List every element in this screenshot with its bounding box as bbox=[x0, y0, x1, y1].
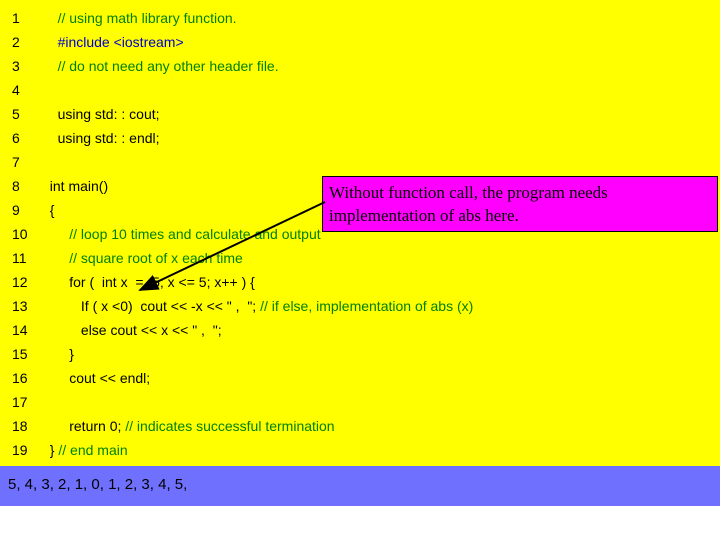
code-text: using std: : cout; bbox=[42, 102, 720, 126]
code-block: 1 // using math library function. 2 #inc… bbox=[0, 0, 720, 466]
code-line: 17 bbox=[0, 390, 720, 414]
lineno: 5 bbox=[0, 102, 42, 126]
output-text: 5, 4, 3, 2, 1, 0, 1, 2, 3, 4, 5, bbox=[8, 476, 187, 493]
code-text: // do not need any other header file. bbox=[42, 54, 720, 78]
code-text: using std: : endl; bbox=[42, 126, 720, 150]
code-text bbox=[42, 390, 720, 414]
code-line: 5 using std: : cout; bbox=[0, 102, 720, 126]
code-line: 18 return 0; // indicates successful ter… bbox=[0, 414, 720, 438]
code-text: #include <iostream> bbox=[42, 30, 720, 54]
lineno: 19 bbox=[0, 438, 42, 462]
output-block: 5, 4, 3, 2, 1, 0, 1, 2, 3, 4, 5, bbox=[0, 466, 720, 506]
code-line: 3 // do not need any other header file. bbox=[0, 54, 720, 78]
lineno: 15 bbox=[0, 342, 42, 366]
code-text: // square root of x each time bbox=[42, 246, 720, 270]
code-text: else cout << x << " , "; bbox=[42, 318, 720, 342]
lineno: 1 bbox=[0, 6, 42, 30]
code-line: 2 #include <iostream> bbox=[0, 30, 720, 54]
code-line: 14 else cout << x << " , "; bbox=[0, 318, 720, 342]
lineno: 3 bbox=[0, 54, 42, 78]
lineno: 16 bbox=[0, 366, 42, 390]
lineno: 10 bbox=[0, 222, 42, 246]
lineno: 6 bbox=[0, 126, 42, 150]
code-text: } // end main bbox=[42, 438, 720, 462]
code-line: 15 } bbox=[0, 342, 720, 366]
code-text: If ( x <0) cout << -x << " , "; // if el… bbox=[42, 294, 720, 318]
lineno: 11 bbox=[0, 246, 42, 270]
code-text: // using math library function. bbox=[42, 6, 720, 30]
code-line: 19 } // end main bbox=[0, 438, 720, 462]
code-text: cout << endl; bbox=[42, 366, 720, 390]
lineno: 18 bbox=[0, 414, 42, 438]
code-text bbox=[42, 78, 720, 102]
callout-line2: implementation of abs here. bbox=[329, 204, 711, 227]
code-text: } bbox=[42, 342, 720, 366]
code-line: 4 bbox=[0, 78, 720, 102]
lineno: 9 bbox=[0, 198, 42, 222]
code-text: return 0; // indicates successful termin… bbox=[42, 414, 720, 438]
lineno: 4 bbox=[0, 78, 42, 102]
callout-box: Without function call, the program needs… bbox=[322, 176, 718, 232]
code-line: 12 for ( int x = -5; x <= 5; x++ ) { bbox=[0, 270, 720, 294]
lineno: 2 bbox=[0, 30, 42, 54]
lineno: 14 bbox=[0, 318, 42, 342]
lineno: 17 bbox=[0, 390, 42, 414]
code-text: for ( int x = -5; x <= 5; x++ ) { bbox=[42, 270, 720, 294]
code-line: 13 If ( x <0) cout << -x << " , "; // if… bbox=[0, 294, 720, 318]
code-line: 6 using std: : endl; bbox=[0, 126, 720, 150]
code-line: 16 cout << endl; bbox=[0, 366, 720, 390]
callout-line1: Without function call, the program needs bbox=[329, 181, 711, 204]
code-line: 1 // using math library function. bbox=[0, 6, 720, 30]
lineno: 7 bbox=[0, 150, 42, 174]
lineno: 13 bbox=[0, 294, 42, 318]
code-text bbox=[42, 150, 720, 174]
lineno: 8 bbox=[0, 174, 42, 198]
code-line: 11 // square root of x each time bbox=[0, 246, 720, 270]
code-line: 7 bbox=[0, 150, 720, 174]
lineno: 12 bbox=[0, 270, 42, 294]
